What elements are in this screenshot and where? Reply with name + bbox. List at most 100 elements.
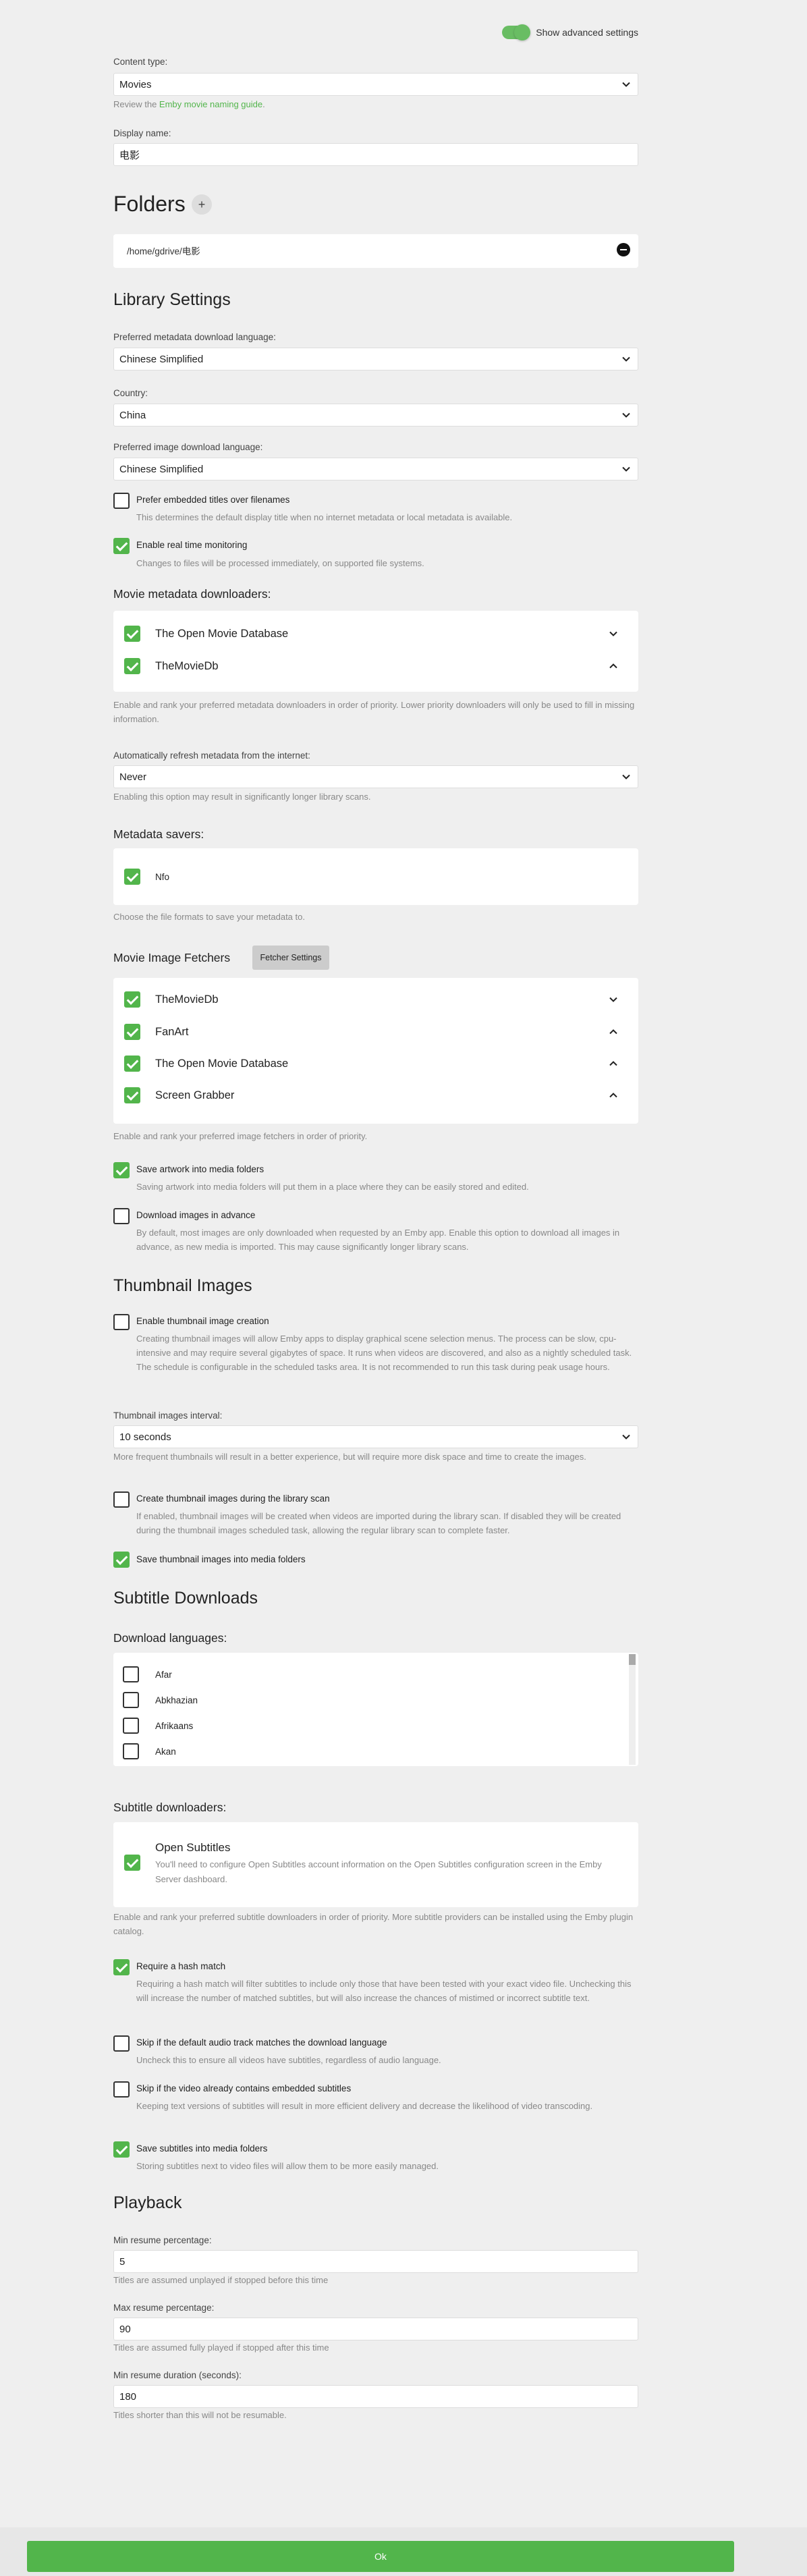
add-folder-button[interactable]: + (192, 194, 212, 215)
metadata-savers-title: Metadata savers: (113, 827, 204, 841)
realtime-monitoring-checkbox[interactable] (113, 538, 130, 554)
require-hash-label: Require a hash match (136, 1961, 226, 1971)
max-resume-label: Max resume percentage: (113, 2303, 215, 2313)
image-language-label: Preferred image download language: (113, 442, 263, 452)
save-subtitles-checkbox[interactable] (113, 2141, 130, 2158)
require-hash-checkbox[interactable] (113, 1959, 130, 1975)
country-select[interactable]: China (113, 404, 638, 427)
save-thumbnails-checkbox[interactable] (113, 1552, 130, 1568)
chevron-up-icon[interactable] (609, 661, 618, 671)
save-subtitles-help: Storing subtitles next to video files wi… (136, 2161, 439, 2171)
enable-thumbnails-checkbox[interactable] (113, 1314, 130, 1330)
ok-button[interactable]: Ok (27, 2541, 734, 2572)
download-languages-title: Download languages: (113, 1631, 227, 1645)
image-fetcher-row[interactable]: FanArt (124, 1017, 628, 1047)
library-settings-title: Library Settings (113, 290, 231, 309)
metadata-language-select[interactable]: Chinese Simplified (113, 348, 638, 371)
refresh-select[interactable]: Never (113, 765, 638, 788)
skip-embedded-label: Skip if the video already contains embed… (136, 2083, 352, 2093)
metadata-saver-row[interactable]: Nfo (124, 862, 628, 892)
image-language-value: Chinese Simplified (119, 463, 204, 475)
chevron-up-icon[interactable] (609, 1027, 618, 1037)
image-fetcher-row[interactable]: The Open Movie Database (124, 1049, 628, 1078)
metadata-savers-list: Nfo (113, 848, 638, 905)
image-fetcher-checkbox[interactable] (124, 1024, 140, 1040)
language-checkbox[interactable] (123, 1692, 139, 1708)
chevron-down-icon (621, 354, 631, 364)
chevron-down-icon (621, 464, 631, 474)
image-fetcher-checkbox[interactable] (124, 1056, 140, 1072)
save-subtitles-label: Save subtitles into media folders (136, 2143, 268, 2154)
naming-guide-link[interactable]: Emby movie naming guide (159, 99, 262, 109)
skip-embedded-checkbox[interactable] (113, 2081, 130, 2098)
min-resume-input[interactable]: 5 (113, 2250, 638, 2273)
save-artwork-checkbox[interactable] (113, 1162, 130, 1178)
chevron-down-icon (621, 1432, 631, 1442)
subtitle-downloaders-list: Open Subtitles You'll need to configure … (113, 1822, 638, 1907)
thumbnail-interval-help: More frequent thumbnails will result in … (113, 1452, 586, 1462)
metadata-downloader-checkbox[interactable] (124, 626, 140, 642)
max-resume-help: Titles are assumed fully played if stopp… (113, 2342, 329, 2353)
scrollbar-thumb[interactable] (629, 1654, 636, 1665)
advanced-settings-toggle[interactable] (502, 24, 531, 40)
image-fetchers-title: Movie Image Fetchers (113, 951, 231, 964)
skip-embedded-help: Keeping text versions of subtitles will … (136, 2101, 593, 2111)
subtitle-downloaders-help: Enable and rank your preferred subtitle … (113, 1912, 634, 1936)
subtitle-downloads-title: Subtitle Downloads (113, 1589, 258, 1608)
image-fetcher-checkbox[interactable] (124, 1087, 140, 1103)
metadata-downloaders-list: The Open Movie Database TheMovieDb (113, 611, 638, 692)
metadata-downloader-row[interactable]: TheMovieDb (124, 651, 628, 681)
display-name-input[interactable]: 电影 (113, 143, 638, 166)
display-name-value: 电影 (119, 149, 140, 161)
advanced-settings-row[interactable]: Show advanced settings (502, 24, 638, 40)
metadata-saver-checkbox[interactable] (124, 869, 140, 885)
language-name: Afar (155, 1670, 172, 1680)
thumbnail-interval-select[interactable]: 10 seconds (113, 1425, 638, 1448)
chevron-up-icon[interactable] (609, 1059, 618, 1068)
image-language-select[interactable]: Chinese Simplified (113, 458, 638, 481)
subtitle-downloader-name: Open Subtitles (155, 1841, 231, 1854)
content-type-select[interactable]: Movies (113, 73, 638, 96)
download-languages-list[interactable]: Afar Abkhazian Afrikaans Akan (113, 1653, 638, 1766)
languages-scrollbar[interactable] (629, 1654, 636, 1765)
skip-audio-checkbox[interactable] (113, 2035, 130, 2052)
chevron-down-icon[interactable] (609, 995, 618, 1004)
realtime-monitoring-label: Enable real time monitoring (136, 540, 248, 550)
image-fetcher-name: Screen Grabber (155, 1089, 235, 1101)
language-checkbox[interactable] (123, 1718, 139, 1734)
advanced-settings-label: Show advanced settings (536, 27, 638, 38)
content-type-value: Movies (119, 78, 152, 90)
image-fetcher-name: FanArt (155, 1025, 189, 1038)
metadata-downloaders-title: Movie metadata downloaders: (113, 587, 271, 601)
playback-title: Playback (113, 2193, 182, 2212)
max-resume-value: 90 (119, 2323, 131, 2335)
language-checkbox[interactable] (123, 1666, 139, 1682)
min-duration-input[interactable]: 180 (113, 2385, 638, 2408)
chevron-down-icon[interactable] (609, 629, 618, 638)
fetcher-settings-button[interactable]: Fetcher Settings (252, 946, 329, 970)
subtitle-downloader-help: You'll need to configure Open Subtitles … (155, 1859, 602, 1884)
max-resume-input[interactable]: 90 (113, 2318, 638, 2340)
metadata-downloader-row[interactable]: The Open Movie Database (124, 619, 628, 649)
chevron-up-icon[interactable] (609, 1091, 618, 1100)
image-fetcher-checkbox[interactable] (124, 991, 140, 1008)
prefer-embedded-checkbox[interactable] (113, 493, 130, 509)
image-fetcher-row[interactable]: Screen Grabber (124, 1080, 628, 1110)
min-duration-value: 180 (119, 2390, 137, 2403)
subtitle-downloader-checkbox[interactable] (124, 1855, 140, 1871)
language-name: Akan (155, 1747, 176, 1757)
refresh-label: Automatically refresh metadata from the … (113, 750, 310, 761)
language-checkbox[interactable] (123, 1743, 139, 1759)
image-fetcher-row[interactable]: TheMovieDb (124, 985, 628, 1014)
remove-folder-button[interactable] (617, 243, 630, 256)
refresh-help: Enabling this option may result in signi… (113, 792, 371, 802)
language-name: Afrikaans (155, 1721, 194, 1731)
min-duration-help: Titles shorter than this will not be res… (113, 2410, 287, 2420)
content-type-help-prefix: Review the (113, 99, 159, 109)
metadata-downloader-checkbox[interactable] (124, 658, 140, 674)
refresh-value: Never (119, 771, 147, 783)
download-images-checkbox[interactable] (113, 1208, 130, 1224)
thumbnails-during-scan-checkbox[interactable] (113, 1491, 130, 1508)
prefer-embedded-help: This determines the default display titl… (136, 512, 513, 522)
metadata-downloader-name: TheMovieDb (155, 659, 219, 672)
